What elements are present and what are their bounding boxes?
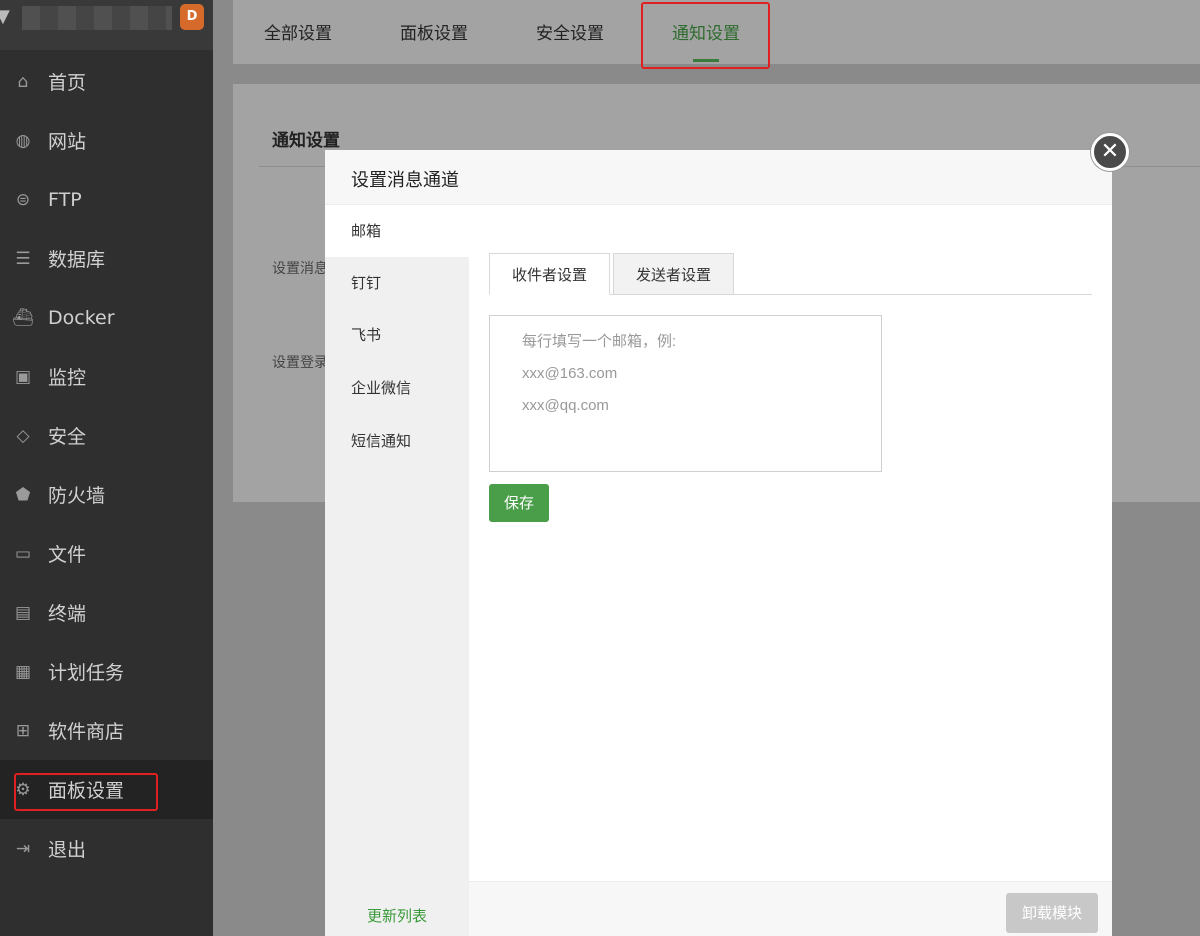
dialog-header: 设置消息通道 (325, 150, 1112, 205)
dialog-title: 设置消息通道 (351, 170, 459, 191)
sidebar-item-label: 防火墙 (48, 485, 106, 507)
sidebar-item-label: 监控 (48, 367, 87, 389)
sidebar-item-label: 文件 (48, 544, 87, 566)
logout-icon: ⇥ (15, 838, 31, 859)
globe-icon: ◍ (15, 130, 31, 151)
highlight-box-sidebar (14, 773, 158, 811)
logo-icon: ▼ (0, 6, 10, 27)
sidebar-item-label: Docker (48, 306, 115, 329)
apps-icon: ⊞ (15, 720, 31, 741)
sidebar-item-security[interactable]: ◇ 安全 (0, 406, 213, 465)
terminal-icon: ▤ (14, 602, 32, 623)
setting-label-message: 设置消息 (272, 261, 328, 277)
sidebar-item-database[interactable]: ☰ 数据库 (0, 229, 213, 288)
ftp-icon: ⊜ (15, 189, 31, 210)
docker-icon: ⛴ (12, 307, 34, 328)
folder-icon: ▭ (14, 543, 32, 564)
tab-all-settings[interactable]: 全部设置 (264, 0, 332, 64)
sidebar-item-label: 软件商店 (48, 721, 125, 743)
sidebar-item-label: FTP (48, 188, 82, 211)
uninstall-module-button[interactable]: 卸载模块 (1006, 893, 1098, 933)
sidebar-item-docker[interactable]: ⛴ Docker (0, 288, 213, 347)
channel-wecom[interactable]: 企业微信 (325, 362, 469, 414)
dialog-footer: 卸载模块 (469, 881, 1112, 936)
home-icon: ⌂ (17, 71, 29, 92)
placeholder-line: 每行填写一个邮箱，例: (522, 333, 677, 350)
save-button[interactable]: 保存 (489, 484, 549, 522)
placeholder-line: xxx@163.com (522, 365, 618, 382)
tab-security-settings[interactable]: 安全设置 (536, 0, 604, 64)
shield-check-icon: ◇ (16, 425, 30, 446)
channel-feishu[interactable]: 飞书 (325, 309, 469, 361)
calendar-icon: ▦ (14, 661, 32, 682)
sidebar-item-ftp[interactable]: ⊜ FTP (0, 170, 213, 229)
update-list-link[interactable]: 更新列表 (325, 905, 469, 926)
highlight-box-tab (641, 2, 770, 69)
channel-email[interactable]: 邮箱 (325, 205, 469, 257)
sidebar-item-app-store[interactable]: ⊞ 软件商店 (0, 701, 213, 760)
placeholder-line: xxx@qq.com (522, 397, 609, 414)
tab-recipient-settings[interactable]: 收件者设置 (489, 253, 610, 295)
recipient-email-textarea[interactable]: 每行填写一个邮箱，例: xxx@163.com xxx@qq.com (489, 315, 882, 472)
brand-area: ▼ D (0, 0, 213, 50)
sidebar-item-label: 退出 (48, 839, 87, 861)
channel-content: 收件者设置 发送者设置 每行填写一个邮箱，例: xxx@163.com xxx@… (469, 205, 1112, 936)
sidebar-item-website[interactable]: ◍ 网站 (0, 111, 213, 170)
channel-dingtalk[interactable]: 钉钉 (325, 257, 469, 309)
setting-label-login: 设置登录 (272, 355, 328, 371)
sidebar-item-terminal[interactable]: ▤ 终端 (0, 583, 213, 642)
version-badge[interactable]: D (180, 4, 204, 30)
sidebar: ▼ D ⌂ 首页 ◍ 网站 ⊜ FTP ☰ 数据库 ⛴ Docker ▣ 监控 ◇ 安全 ⬟ 防… (0, 0, 213, 936)
monitor-icon: ▣ (14, 366, 32, 387)
sidebar-item-label: 首页 (48, 72, 87, 94)
sidebar-item-label: 网站 (48, 131, 87, 153)
sidebar-item-label: 终端 (48, 603, 87, 625)
firewall-icon: ⬟ (15, 484, 31, 505)
sidebar-item-home[interactable]: ⌂ 首页 (0, 52, 213, 111)
channel-list: 邮箱 钉钉 飞书 企业微信 短信通知 更新列表 (325, 205, 469, 936)
message-channel-dialog: 设置消息通道 邮箱 钉钉 飞书 企业微信 短信通知 更新列表 收件者设置 发送者… (325, 150, 1112, 936)
sidebar-item-monitor[interactable]: ▣ 监控 (0, 347, 213, 406)
sidebar-item-firewall[interactable]: ⬟ 防火墙 (0, 465, 213, 524)
database-icon: ☰ (15, 248, 31, 269)
channel-sms[interactable]: 短信通知 (325, 415, 469, 467)
sidebar-item-cron[interactable]: ▦ 计划任务 (0, 642, 213, 701)
close-icon[interactable]: ✕ (1091, 133, 1129, 171)
tab-sender-settings[interactable]: 发送者设置 (613, 253, 734, 295)
sidebar-item-label: 安全 (48, 426, 87, 448)
email-sub-tabs: 收件者设置 发送者设置 (489, 253, 1092, 295)
sidebar-item-label: 计划任务 (48, 662, 125, 684)
sidebar-item-files[interactable]: ▭ 文件 (0, 524, 213, 583)
panel-title: 通知设置 (272, 131, 340, 151)
sidebar-nav: ⌂ 首页 ◍ 网站 ⊜ FTP ☰ 数据库 ⛴ Docker ▣ 监控 ◇ 安全 ⬟ 防火墙 ▭… (0, 52, 213, 878)
blurred-server-name (22, 6, 172, 30)
sidebar-item-label: 数据库 (48, 249, 106, 271)
tab-panel-settings[interactable]: 面板设置 (400, 0, 468, 64)
sidebar-item-logout[interactable]: ⇥ 退出 (0, 819, 213, 878)
